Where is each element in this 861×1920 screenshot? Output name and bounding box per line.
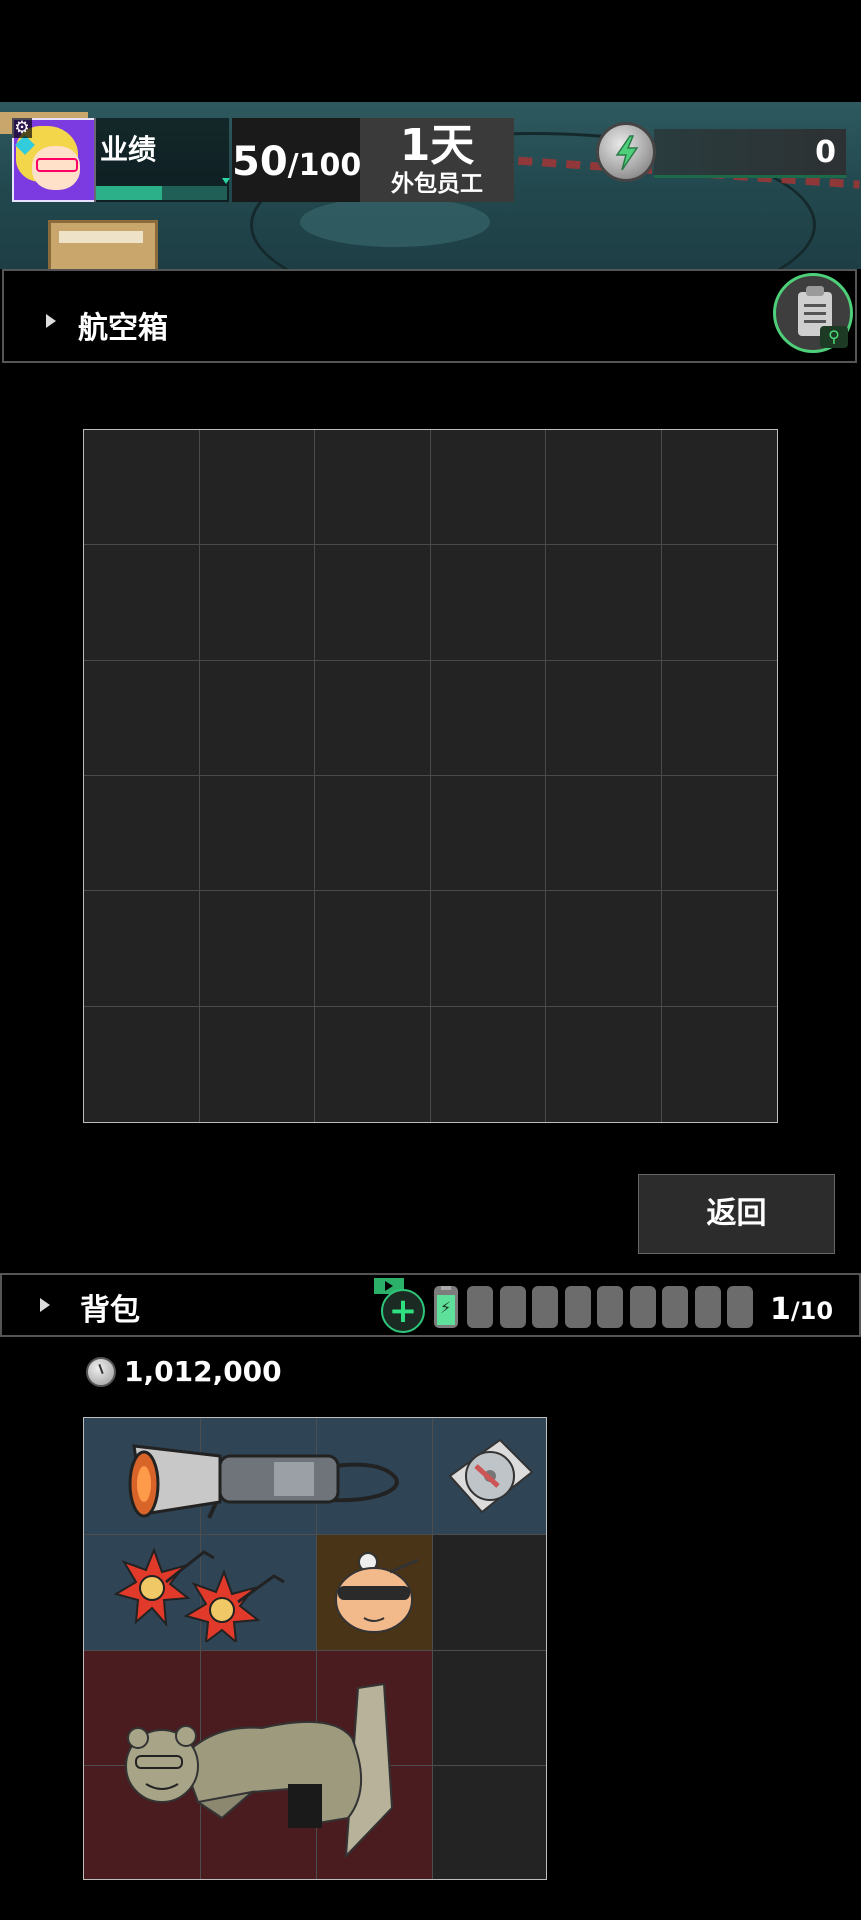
- airbox-cell[interactable]: [546, 776, 662, 892]
- airbox-cell[interactable]: [315, 891, 431, 1007]
- performance-progress-bar: [96, 186, 227, 200]
- locked-slot-icon: [499, 1286, 526, 1328]
- airbox-cell[interactable]: [199, 660, 315, 776]
- status-bar: [0, 0, 861, 102]
- airbox-cell[interactable]: [546, 1006, 662, 1122]
- airbox-cell[interactable]: [661, 661, 777, 776]
- capacity-current: 1: [770, 1292, 791, 1327]
- money-amount: 1,012,000: [124, 1355, 282, 1388]
- airbox-cell[interactable]: [430, 545, 546, 661]
- bulb-head-item[interactable]: [324, 1542, 424, 1642]
- airbox-cell[interactable]: [84, 660, 200, 776]
- score-separator: /: [287, 148, 299, 183]
- energy-value: 0: [815, 135, 836, 170]
- airbox-cell[interactable]: [430, 430, 546, 546]
- airbox-cell[interactable]: [84, 891, 200, 1007]
- airbox-cell[interactable]: [84, 1006, 200, 1122]
- battery-slot-icon: ⚡: [434, 1286, 458, 1328]
- score-text: 50/100: [232, 118, 362, 202]
- gear-icon[interactable]: ⚙: [12, 118, 32, 138]
- locked-slot-icon: [727, 1286, 753, 1328]
- energy-coin-icon[interactable]: [596, 122, 656, 182]
- locked-slot-icon: [694, 1286, 721, 1328]
- expand-arrow-icon[interactable]: [46, 314, 56, 328]
- airbox-cell[interactable]: [661, 430, 777, 546]
- airbox-cell[interactable]: [315, 1006, 431, 1122]
- locked-slot-icon: [467, 1286, 493, 1328]
- airbox-cell[interactable]: [199, 776, 315, 892]
- banner-decor-crate: [48, 220, 158, 269]
- airbox-cell[interactable]: [199, 891, 315, 1007]
- locked-slot-icon: [629, 1286, 656, 1328]
- airbox-cell[interactable]: [430, 891, 546, 1007]
- airbox-cell[interactable]: [546, 545, 662, 661]
- airbox-cell[interactable]: [431, 1006, 546, 1122]
- airbox-cell[interactable]: [315, 430, 431, 546]
- airbox-cell[interactable]: [661, 545, 777, 661]
- airbox-grid[interactable]: [83, 429, 778, 1123]
- capacity-max: 10: [799, 1297, 834, 1325]
- locked-slot-icon: [662, 1286, 688, 1328]
- disc-item[interactable]: [442, 1436, 538, 1516]
- locked-slot-icon: [532, 1286, 558, 1328]
- airbox-cell[interactable]: [84, 545, 200, 661]
- heat-gun-item[interactable]: [124, 1426, 424, 1526]
- clipboard-clip-icon: [806, 286, 824, 296]
- airbox-cell[interactable]: [315, 545, 431, 661]
- banner-decor-floor: [300, 197, 490, 247]
- return-button[interactable]: 返回: [638, 1174, 835, 1254]
- add-slot-button[interactable]: +: [381, 1289, 425, 1333]
- performance-label: 业绩: [100, 133, 157, 166]
- backpack-title: 背包: [80, 1293, 140, 1328]
- score-max: 100: [298, 148, 362, 183]
- airbox-cell[interactable]: [84, 776, 200, 892]
- coin-icon: [86, 1357, 116, 1387]
- airbox-cell[interactable]: [315, 776, 431, 892]
- score-current: 50: [232, 139, 288, 185]
- progress-marker-icon: [222, 178, 230, 184]
- airbox-cell[interactable]: [546, 430, 662, 546]
- airbox-cell[interactable]: [199, 545, 315, 661]
- sun-ornaments-item[interactable]: [114, 1542, 314, 1642]
- locked-slot-icon: [564, 1286, 591, 1328]
- backpack-grid[interactable]: [83, 1417, 547, 1880]
- expand-arrow-icon[interactable]: [40, 1298, 50, 1312]
- bear-statue-item[interactable]: [102, 1668, 422, 1868]
- airbox-cell[interactable]: [662, 1007, 778, 1122]
- airbox-cell[interactable]: [661, 776, 777, 892]
- day-count: 1天: [399, 120, 475, 171]
- airbox-cell[interactable]: [430, 776, 546, 892]
- employee-role: 外包员工: [391, 171, 483, 197]
- capacity-separator: /: [790, 1297, 800, 1325]
- performance-progress-fill: [96, 186, 162, 200]
- airbox-title: 航空箱: [78, 311, 168, 346]
- inspect-button[interactable]: ⚲: [773, 273, 853, 353]
- backpack-capacity: 1/10: [770, 1288, 833, 1332]
- airbox-cell[interactable]: [546, 891, 662, 1007]
- airbox-cell[interactable]: [546, 660, 662, 776]
- locked-slot-icon: [597, 1286, 623, 1328]
- airbox-cell[interactable]: [315, 660, 431, 776]
- empty-slot[interactable]: [432, 1534, 546, 1879]
- airbox-cell[interactable]: [84, 430, 200, 546]
- search-icon: ⚲: [820, 326, 848, 348]
- airbox-cell[interactable]: [199, 430, 315, 546]
- airbox-cell[interactable]: [200, 1006, 315, 1122]
- airbox-cell[interactable]: [430, 660, 546, 776]
- airbox-cell[interactable]: [661, 891, 777, 1007]
